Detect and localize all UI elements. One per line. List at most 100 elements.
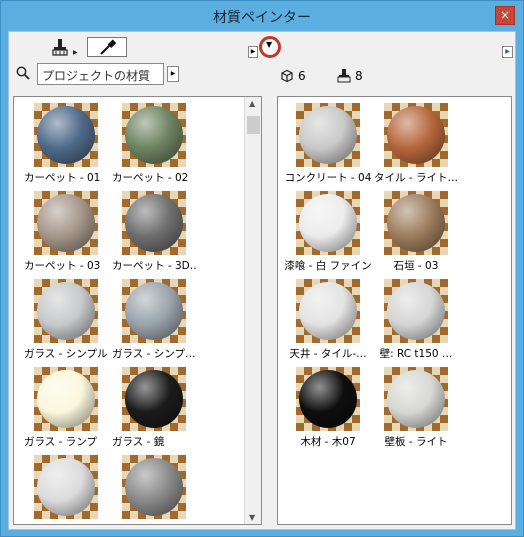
material-source-field[interactable]: プロジェクトの材質 xyxy=(37,63,164,85)
material-item[interactable]: 石垣 - 03 xyxy=(372,191,460,279)
material-label: タイル - ライト… xyxy=(374,172,458,184)
options-dropdown-button[interactable]: ▼ xyxy=(259,36,281,58)
material-item[interactable]: 木材 - 木07 xyxy=(284,367,372,455)
material-label: カーペット - 03 xyxy=(24,260,101,272)
material-sphere-preview xyxy=(299,194,357,252)
material-thumbnail xyxy=(384,367,448,431)
material-thumbnail xyxy=(34,279,98,343)
left-scrollbar[interactable]: ▲ ▼ xyxy=(244,97,261,524)
material-sphere-preview xyxy=(125,194,183,252)
material-sphere-preview xyxy=(37,370,95,428)
material-thumbnail xyxy=(384,103,448,167)
material-label: ガラス - シンプ… xyxy=(112,348,196,360)
material-sphere-preview xyxy=(387,370,445,428)
material-item[interactable]: 壁板 - ライト xyxy=(372,367,460,455)
material-thumbnail xyxy=(384,279,448,343)
right-expand-button[interactable]: ▶ xyxy=(502,46,513,58)
brush-menu-arrow-icon[interactable]: ▶ xyxy=(73,49,78,56)
window-client-area: ▶ ▶ ▼ ▶ プロジェクトの材質 ▶ 6 8 カーペット - 01 カーペット… xyxy=(8,31,516,530)
material-sphere-preview xyxy=(125,106,183,164)
project-materials-grid: カーペット - 01 カーペット - 02 カーペット - 03 カーペット - 3D… xyxy=(22,103,198,524)
chevron-down-icon: ▼ xyxy=(266,40,273,49)
material-label: ガラス - シンプル xyxy=(24,348,108,360)
material-label: 壁: RC t150 … xyxy=(379,348,453,360)
material-sphere-preview xyxy=(37,194,95,252)
material-item[interactable]: カーペット - 03 xyxy=(22,191,110,279)
material-sphere-preview xyxy=(387,282,445,340)
material-sphere-preview xyxy=(37,282,95,340)
close-button[interactable]: × xyxy=(495,6,515,25)
material-painter-window: 材質ペインター × ▶ ▶ ▼ ▶ プロジェクトの材質 ▶ 6 8 カーペット … xyxy=(0,0,524,537)
material-thumbnail xyxy=(34,455,98,519)
material-label: 木材 - 木07 xyxy=(300,436,356,448)
material-thumbnail xyxy=(122,191,186,255)
material-sphere-preview xyxy=(387,194,445,252)
material-sphere-preview xyxy=(125,282,183,340)
material-label: 壁板 - ライト xyxy=(384,436,448,448)
material-item[interactable]: タイル - ライト… xyxy=(372,103,460,191)
material-label: 天井 - タイル-… xyxy=(289,348,367,360)
eyedropper-icon xyxy=(100,39,117,55)
material-item[interactable]: 天井 - タイル-… xyxy=(284,279,372,367)
title-bar[interactable]: 材質ペインター × xyxy=(1,1,523,31)
painted-count: 8 xyxy=(337,69,363,83)
material-label: カーペット - 3D… xyxy=(112,260,198,272)
material-thumbnail xyxy=(122,279,186,343)
material-sphere-preview xyxy=(299,282,357,340)
object-count: 6 xyxy=(280,69,306,83)
material-thumbnail xyxy=(384,191,448,255)
material-item[interactable]: ガラス - シンプル xyxy=(22,279,110,367)
material-item[interactable]: カーペット - 01 xyxy=(22,103,110,191)
material-thumbnail xyxy=(122,103,186,167)
material-thumbnail xyxy=(122,455,186,519)
material-sphere-preview xyxy=(125,458,183,516)
material-sphere-preview xyxy=(299,370,357,428)
material-sphere-preview xyxy=(37,106,95,164)
object-count-value: 6 xyxy=(298,69,306,83)
material-label: ガラス - ランプ xyxy=(24,436,97,448)
material-label: 漆喰 - 白 ファイン xyxy=(284,260,372,272)
material-label: カーペット - 01 xyxy=(24,172,101,184)
material-sphere-preview xyxy=(125,370,183,428)
material-item[interactable]: ガラス - ランプ xyxy=(22,367,110,455)
material-label: カーペット - 02 xyxy=(112,172,189,184)
paint-brush-icon[interactable] xyxy=(51,38,69,56)
material-item[interactable]: コンクリート - 04 xyxy=(284,103,372,191)
scroll-up-icon[interactable]: ▲ xyxy=(249,99,255,108)
material-source-arrow-button[interactable]: ▶ xyxy=(167,66,179,82)
painted-materials-panel[interactable]: コンクリート - 04 タイル - ライト… 漆喰 - 白 ファイン 石垣 - 03 天… xyxy=(277,96,512,525)
material-sphere-preview xyxy=(37,458,95,516)
material-label: コンクリート - 04 xyxy=(284,172,372,184)
material-item[interactable]: ガラス - シンプ… xyxy=(110,279,198,367)
material-thumbnail xyxy=(296,103,360,167)
material-item[interactable]: 漆喰 - 白 ファイン xyxy=(284,191,372,279)
painted-materials-grid: コンクリート - 04 タイル - ライト… 漆喰 - 白 ファイン 石垣 - 03 天… xyxy=(284,103,460,455)
material-thumbnail xyxy=(34,367,98,431)
material-thumbnail xyxy=(296,367,360,431)
material-item[interactable]: カーペット - 3D… xyxy=(110,191,198,279)
project-materials-panel[interactable]: カーペット - 01 カーペット - 02 カーペット - 03 カーペット - 3D… xyxy=(13,96,262,525)
window-title: 材質ペインター xyxy=(213,10,311,26)
material-thumbnail xyxy=(122,367,186,431)
left-expand-button[interactable]: ▶ xyxy=(248,46,258,58)
cube-icon xyxy=(281,69,293,83)
scroll-thumb[interactable] xyxy=(247,116,260,134)
material-item[interactable]: ガラス - 鏡 xyxy=(110,367,198,455)
material-label: 石垣 - 03 xyxy=(393,260,439,272)
material-item[interactable] xyxy=(110,455,198,524)
material-item[interactable]: カーペット - 02 xyxy=(110,103,198,191)
paint-brush-small-icon xyxy=(337,69,351,83)
painted-count-value: 8 xyxy=(355,69,363,83)
material-sphere-preview xyxy=(299,106,357,164)
material-thumbnail xyxy=(34,191,98,255)
search-icon xyxy=(16,66,30,80)
material-thumbnail xyxy=(296,279,360,343)
material-thumbnail xyxy=(34,103,98,167)
scroll-down-icon[interactable]: ▼ xyxy=(249,513,255,522)
material-item[interactable]: 壁: RC t150 … xyxy=(372,279,460,367)
material-sphere-preview xyxy=(387,106,445,164)
eyedropper-button[interactable] xyxy=(87,37,127,57)
material-thumbnail xyxy=(296,191,360,255)
material-item[interactable] xyxy=(22,455,110,524)
material-label: ガラス - 鏡 xyxy=(112,436,165,448)
